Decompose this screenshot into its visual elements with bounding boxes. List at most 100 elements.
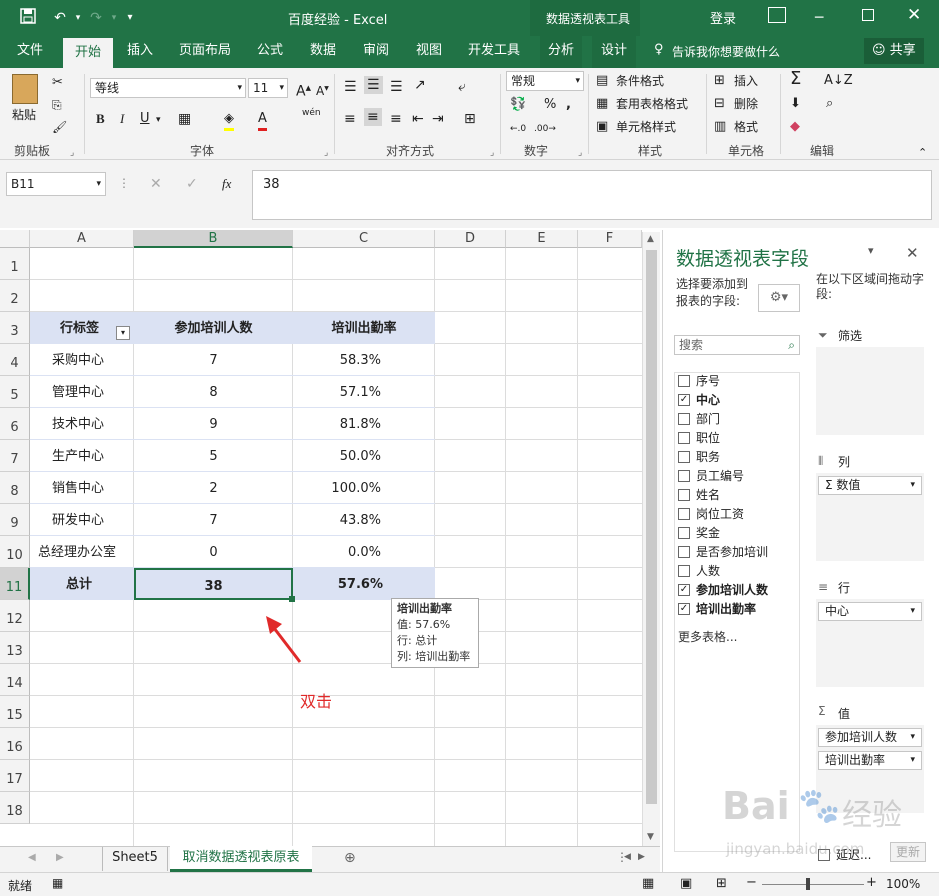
select-all-corner[interactable]	[0, 230, 30, 248]
align-bottom-icon[interactable]: ☰	[390, 78, 403, 96]
grow-font-icon[interactable]: A▲	[296, 79, 311, 101]
decrease-decimal-icon[interactable]: .00→	[534, 120, 556, 138]
paste-icon[interactable]	[12, 74, 38, 104]
field-8[interactable]: 岗位工资	[678, 505, 744, 524]
row-header-16[interactable]: 16	[0, 728, 30, 760]
pivot-total-label[interactable]: 总计	[30, 568, 134, 600]
align-top-icon[interactable]: ☰	[344, 78, 357, 96]
field-1[interactable]: 序号	[678, 372, 720, 391]
row-header-14[interactable]: 14	[0, 664, 30, 696]
tab-formulas[interactable]: 公式	[250, 36, 290, 68]
formula-input[interactable]: 38	[252, 170, 932, 220]
field-2[interactable]: ✓ 中心	[678, 391, 720, 410]
field-checkbox[interactable]	[678, 507, 690, 520]
share-button[interactable]: ☺ 共享	[864, 38, 924, 64]
panel-options-dropdown-icon[interactable]: ▾	[868, 244, 874, 257]
undo-icon[interactable]: ↶	[50, 8, 70, 28]
confirm-entry-icon[interactable]: ✓	[186, 176, 198, 192]
pivot-row-count[interactable]: 0	[134, 536, 293, 568]
conditional-format-button[interactable]: 条件格式	[616, 72, 664, 90]
field-3[interactable]: 部门	[678, 410, 720, 429]
tab-design[interactable]: 设计	[592, 36, 636, 68]
merge-center-icon[interactable]: ⊞	[464, 110, 476, 128]
comma-icon[interactable]: ,	[566, 96, 571, 114]
format-as-table-button[interactable]: 套用表格格式	[616, 95, 688, 113]
pivot-row-rate[interactable]: 58.3%	[293, 344, 435, 376]
field-4[interactable]: 职位	[678, 429, 720, 448]
pivot-row-count[interactable]: 8	[134, 376, 293, 408]
pivot-row-label[interactable]: 研发中心	[30, 504, 134, 536]
field-10[interactable]: 是否参加培训	[678, 543, 768, 562]
number-format-select[interactable]: 常规 ▾	[506, 71, 584, 91]
login-link[interactable]: 登录	[710, 8, 736, 27]
row-labels-filter-dropdown-icon[interactable]: ▾	[116, 326, 130, 340]
align-middle-icon[interactable]: ☰	[364, 76, 383, 94]
pivot-row-label[interactable]: 技术中心	[30, 408, 134, 440]
wrap-text-icon[interactable]: ⤶	[458, 78, 466, 96]
row-header-13[interactable]: 13	[0, 632, 30, 664]
field-12[interactable]: ✓ 参加培训人数	[678, 581, 768, 600]
column-header-a[interactable]: A	[30, 230, 134, 248]
tab-view[interactable]: 视图	[408, 36, 450, 68]
pivot-row-rate[interactable]: 0.0%	[293, 536, 435, 568]
pivot-row-count[interactable]: 5	[134, 440, 293, 472]
zoom-level[interactable]: 100%	[886, 877, 920, 891]
zoom-in-icon[interactable]: +	[866, 875, 877, 890]
column-header-f[interactable]: F	[578, 230, 642, 248]
align-right-icon[interactable]: ≡	[390, 110, 402, 128]
name-box[interactable]: B11 ▾	[6, 172, 106, 196]
decrease-indent-icon[interactable]: ⇤	[412, 110, 424, 128]
hscroll-right-icon[interactable]: ▶	[638, 852, 645, 862]
font-size-select[interactable]: 11 ▾	[248, 78, 288, 98]
sheet-tab-active[interactable]: 取消数据透视表原表	[170, 846, 312, 872]
insert-function-icon[interactable]: fx	[222, 176, 231, 192]
pivot-row-rate[interactable]: 57.1%	[293, 376, 435, 408]
field-checkbox[interactable]	[678, 488, 690, 501]
field-checkbox[interactable]	[678, 469, 690, 482]
pivot-row-label[interactable]: 生产中心	[30, 440, 134, 472]
field-checkbox[interactable]	[678, 450, 690, 463]
row-header-3[interactable]: 3	[0, 312, 30, 344]
align-center-icon[interactable]: ≡	[364, 108, 382, 126]
sheet-prev-icon[interactable]: ◀	[28, 852, 36, 863]
underline-button[interactable]: U	[140, 110, 150, 128]
pivot-row-rate[interactable]: 100.0%	[293, 472, 435, 504]
field-6[interactable]: 员工编号	[678, 467, 744, 486]
row-header-6[interactable]: 6	[0, 408, 30, 440]
row-header-18[interactable]: 18	[0, 792, 30, 824]
defer-update-checkbox[interactable]: 延迟...	[818, 846, 871, 863]
scroll-down-icon[interactable]: ▼	[647, 832, 654, 842]
pivot-total-count[interactable]: 38	[134, 568, 293, 600]
pivot-row-count[interactable]: 9	[134, 408, 293, 440]
fill-handle[interactable]	[289, 596, 295, 602]
zoom-slider[interactable]	[762, 884, 864, 885]
fill-color-icon[interactable]: ◈	[224, 110, 234, 131]
tab-review[interactable]: 审阅	[355, 36, 397, 68]
field-checkbox[interactable]: ✓	[678, 602, 690, 615]
field-search-input[interactable]: 搜索 ⌕	[674, 335, 800, 355]
row-header-10[interactable]: 10	[0, 536, 30, 568]
column-header-e[interactable]: E	[506, 230, 578, 248]
find-select-icon[interactable]: ⌕	[826, 95, 833, 113]
row-header-12[interactable]: 12	[0, 600, 30, 632]
cancel-entry-icon[interactable]: ✕	[150, 176, 162, 192]
tab-data[interactable]: 数据	[302, 36, 344, 68]
row-header-17[interactable]: 17	[0, 760, 30, 792]
font-name-select[interactable]: 等线 ▾	[90, 78, 246, 98]
field-7[interactable]: 姓名	[678, 486, 720, 505]
format-painter-icon[interactable]: 🖌	[52, 118, 67, 136]
macro-record-icon[interactable]: ▦	[52, 876, 63, 890]
tab-analyze[interactable]: 分析	[540, 36, 582, 68]
values-item-count[interactable]: 参加培训人数 ▾	[818, 728, 922, 747]
tab-insert[interactable]: 插入	[118, 36, 162, 68]
columns-item-values[interactable]: Σ 数值 ▾	[818, 476, 922, 495]
format-cells-button[interactable]: 格式	[734, 118, 758, 136]
percent-icon[interactable]: %	[544, 96, 556, 114]
panel-tools-gear-icon[interactable]: ⚙▾	[758, 284, 800, 312]
cut-icon[interactable]: ✂	[52, 74, 63, 92]
pivot-row-count[interactable]: 2	[134, 472, 293, 504]
field-checkbox[interactable]	[678, 526, 690, 539]
italic-button[interactable]: I	[120, 110, 124, 128]
redo-icon[interactable]: ↷	[86, 8, 106, 28]
pivot-row-rate[interactable]: 81.8%	[293, 408, 435, 440]
